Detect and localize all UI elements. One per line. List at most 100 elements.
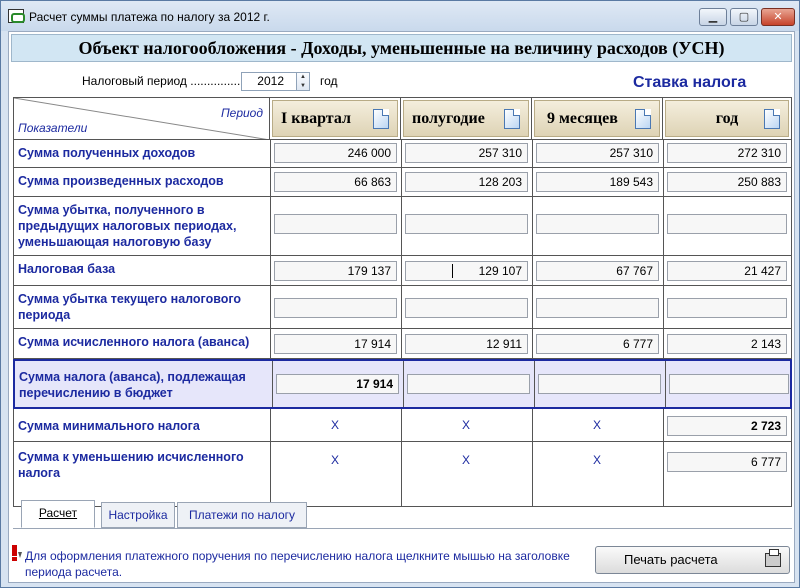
column-label: I квартал bbox=[281, 110, 351, 127]
value-cell[interactable] bbox=[407, 374, 530, 394]
tab-bar: Расчет Настройка Платежи по налогу bbox=[13, 500, 313, 528]
column-header-year: год bbox=[663, 98, 791, 140]
document-icon bbox=[635, 109, 651, 129]
not-applicable-mark: X bbox=[461, 418, 470, 432]
row-label: Сумма к уменьшению исчисленного налога bbox=[18, 450, 244, 480]
row-label: Сумма убытка, полученного в предыдущих н… bbox=[18, 203, 237, 249]
table-row: Сумма исчисленного налога (аванса) 17 91… bbox=[14, 329, 791, 359]
row-label: Сумма произведенных расходов bbox=[18, 174, 224, 188]
row-label: Сумма убытка текущего налогового периода bbox=[18, 292, 242, 322]
tab-settings[interactable]: Настройка bbox=[101, 502, 175, 528]
table-row: Сумма минимального налога X X X 2 723 bbox=[14, 409, 791, 442]
value-cell[interactable]: 2 723 bbox=[667, 416, 787, 436]
period-button-half-year[interactable]: полугодие bbox=[403, 100, 529, 137]
table-corner: Период Показатели bbox=[14, 98, 270, 140]
year-spinner[interactable]: ▲ ▼ bbox=[296, 72, 310, 91]
tax-rate-label[interactable]: Ставка налога bbox=[633, 74, 746, 92]
value-cell[interactable] bbox=[274, 298, 397, 318]
value-cell[interactable] bbox=[538, 374, 661, 394]
hint-text: Для оформления платежного поручения по п… bbox=[25, 549, 570, 579]
column-label: год bbox=[715, 110, 739, 127]
spin-up-icon[interactable]: ▲ bbox=[297, 73, 309, 82]
corner-indicators-label: Показатели bbox=[18, 121, 88, 135]
value-cell[interactable]: 179 137 bbox=[274, 261, 397, 281]
client-area: Объект налогообложения - Доходы, уменьше… bbox=[8, 31, 795, 583]
value-cell[interactable]: 12 911 bbox=[405, 334, 528, 354]
spin-down-icon[interactable]: ▼ bbox=[297, 82, 309, 91]
page-title: Объект налогообложения - Доходы, уменьше… bbox=[11, 34, 792, 62]
value-cell[interactable]: 250 883 bbox=[667, 172, 787, 192]
value-cell[interactable]: 21 427 bbox=[667, 261, 787, 281]
period-button-q1[interactable]: I квартал bbox=[272, 100, 398, 137]
value-cell[interactable] bbox=[536, 214, 659, 234]
print-calculation-button[interactable]: Печать расчета bbox=[595, 546, 790, 574]
text-caret bbox=[452, 264, 453, 278]
button-label: Печать расчета bbox=[624, 552, 718, 567]
title-bar[interactable]: Расчет суммы платежа по налогу за 2012 г… bbox=[1, 1, 799, 31]
row-label: Сумма налога (аванса), подлежащая перечи… bbox=[19, 370, 246, 400]
maximize-button[interactable]: ▢ bbox=[730, 8, 758, 26]
tab-label: Расчет bbox=[38, 506, 78, 520]
printer-icon bbox=[765, 549, 781, 567]
value-cell[interactable] bbox=[669, 374, 789, 394]
period-label: Налоговый период ............... bbox=[82, 74, 241, 88]
tab-label: Настройка bbox=[108, 508, 168, 522]
document-icon bbox=[373, 109, 389, 129]
not-applicable-mark: X bbox=[461, 453, 470, 467]
value-cell[interactable]: 2 143 bbox=[667, 334, 787, 354]
tab-label: Платежи по налогу bbox=[189, 508, 295, 522]
value-cell[interactable]: 6 777 bbox=[667, 452, 787, 472]
value-cell[interactable]: 129 107 bbox=[405, 261, 528, 281]
row-label: Сумма исчисленного налога (аванса) bbox=[18, 335, 250, 349]
value-cell[interactable]: 246 000 bbox=[274, 143, 397, 163]
value-cell[interactable] bbox=[536, 298, 659, 318]
value-cell[interactable]: 128 203 bbox=[405, 172, 528, 192]
table-row: Сумма убытка текущего налогового периода bbox=[14, 286, 791, 329]
value-cell[interactable]: 17 914 bbox=[274, 334, 397, 354]
value-cell[interactable]: 6 777 bbox=[536, 334, 659, 354]
table-row-selected[interactable]: Сумма налога (аванса), подлежащая перечи… bbox=[13, 359, 792, 409]
main-window: Расчет суммы платежа по налогу за 2012 г… bbox=[0, 0, 800, 588]
row-label: Сумма минимального налога bbox=[18, 419, 200, 433]
warning-icon bbox=[12, 545, 22, 561]
year-suffix: год bbox=[320, 74, 338, 88]
value-cell[interactable]: 66 863 bbox=[274, 172, 397, 192]
tab-calculation[interactable]: Расчет bbox=[21, 500, 95, 528]
value-cell[interactable]: 272 310 bbox=[667, 143, 787, 163]
tax-table: Период Показатели I квартал полугодие 9 … bbox=[13, 97, 792, 507]
value-cell[interactable] bbox=[274, 214, 397, 234]
column-label: полугодие bbox=[412, 110, 485, 127]
value-cell[interactable]: 17 914 bbox=[276, 374, 399, 394]
value-cell[interactable] bbox=[667, 298, 787, 318]
value-cell[interactable] bbox=[667, 214, 787, 234]
not-applicable-mark: X bbox=[330, 418, 339, 432]
tab-tax-payments[interactable]: Платежи по налогу bbox=[177, 502, 307, 528]
not-applicable-mark: X bbox=[592, 418, 601, 432]
not-applicable-mark: X bbox=[330, 453, 339, 467]
window-title: Расчет суммы платежа по налогу за 2012 г… bbox=[29, 10, 270, 24]
app-icon bbox=[8, 9, 25, 23]
value-cell[interactable]: 189 543 bbox=[536, 172, 659, 192]
not-applicable-mark: X bbox=[592, 453, 601, 467]
column-label: 9 месяцев bbox=[547, 110, 618, 127]
value-cell[interactable]: 257 310 bbox=[536, 143, 659, 163]
value-cell[interactable] bbox=[405, 298, 528, 318]
row-label: Сумма полученных доходов bbox=[18, 146, 196, 160]
column-header-q1: I квартал bbox=[270, 98, 401, 140]
table-row: Сумма произведенных расходов 66 863 128 … bbox=[14, 168, 791, 197]
period-button-year[interactable]: год bbox=[665, 100, 789, 137]
row-label: Налоговая база bbox=[18, 262, 116, 276]
document-icon bbox=[504, 109, 520, 129]
document-icon bbox=[764, 109, 780, 129]
table-row: Налоговая база 179 137 129 107 67 767 21… bbox=[14, 256, 791, 286]
table-row: Сумма к уменьшению исчисленного налога X… bbox=[14, 442, 791, 506]
value-cell[interactable] bbox=[405, 214, 528, 234]
table-row: Сумма полученных доходов 246 000 257 310… bbox=[14, 140, 791, 168]
minimize-button[interactable]: ▁ bbox=[699, 8, 727, 26]
value-cell[interactable]: 257 310 bbox=[405, 143, 528, 163]
close-button[interactable]: ✕ bbox=[761, 8, 795, 26]
value-cell[interactable]: 67 767 bbox=[536, 261, 659, 281]
period-button-9-months[interactable]: 9 месяцев bbox=[534, 100, 660, 137]
tab-divider bbox=[13, 528, 792, 529]
column-header-half-year: полугодие bbox=[401, 98, 532, 140]
